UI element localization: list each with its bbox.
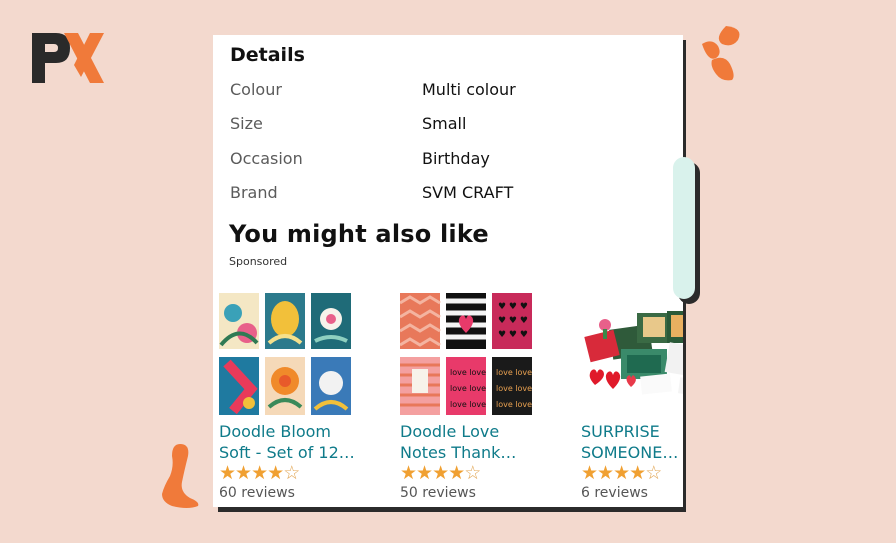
star-filled-icon: ★ [613, 462, 630, 484]
product-card-2[interactable]: ♥ ♥ ♥ ♥ ♥ ♥ ♥ ♥ ♥ love love love love love l… [394, 293, 564, 507]
detail-row-size: Size Small [230, 114, 650, 138]
recommendations-heading: You might also like [229, 220, 489, 248]
star-empty-icon: ☆ [283, 462, 300, 484]
star-filled-icon: ★ [448, 462, 465, 484]
detail-value: Multi colour [422, 80, 516, 99]
svg-text:♥ ♥ ♥: ♥ ♥ ♥ [498, 302, 528, 312]
star-filled-icon: ★ [235, 462, 252, 484]
product-card-3[interactable]: SURPRISE SOMEONE… ★★★★☆ 6 reviews [575, 293, 683, 507]
star-rating: ★★★★☆ [219, 462, 300, 484]
splash-decoration-icon [162, 444, 199, 508]
svg-text:love love: love love [496, 368, 532, 377]
detail-value: SVM CRAFT [422, 183, 514, 202]
star-filled-icon: ★ [251, 462, 268, 484]
product-image[interactable] [219, 293, 351, 415]
product-details-card: Details Colour Multi colour Size Small O… [213, 35, 683, 507]
star-filled-icon: ★ [219, 462, 236, 484]
detail-row-brand: Brand SVM CRAFT [230, 183, 650, 207]
svg-text:love love: love love [450, 384, 486, 393]
review-count-link[interactable]: 60 reviews [219, 485, 295, 501]
star-rating: ★★★★☆ [400, 462, 481, 484]
detail-key: Brand [230, 183, 278, 202]
product-title-link[interactable]: SURPRISE SOMEONE… [581, 421, 683, 463]
star-filled-icon: ★ [597, 462, 614, 484]
star-rating: ★★★★☆ [581, 462, 662, 484]
product-title-link[interactable]: Doodle Bloom Soft - Set of 12… [219, 421, 379, 463]
product-title-line[interactable]: Doodle Love [400, 421, 560, 442]
star-filled-icon: ★ [629, 462, 646, 484]
detail-key: Occasion [230, 149, 303, 168]
star-filled-icon: ★ [416, 462, 433, 484]
scrollbar-thumb[interactable] [673, 157, 695, 299]
detail-row-colour: Colour Multi colour [230, 80, 650, 104]
svg-text:love love: love love [450, 400, 486, 409]
detail-key: Size [230, 114, 263, 133]
svg-text:love love: love love [496, 384, 532, 393]
detail-value: Small [422, 114, 467, 133]
product-title-line[interactable]: Doodle Bloom [219, 421, 379, 442]
product-title-line[interactable]: SURPRISE [581, 421, 683, 442]
splash-decoration-icon [702, 26, 740, 81]
svg-text:love love: love love [450, 368, 486, 377]
details-heading: Details [230, 44, 305, 66]
star-filled-icon: ★ [400, 462, 417, 484]
review-count-link[interactable]: 6 reviews [581, 485, 648, 501]
star-filled-icon: ★ [432, 462, 449, 484]
svg-text:♥ ♥ ♥: ♥ ♥ ♥ [498, 316, 528, 326]
star-filled-icon: ★ [267, 462, 284, 484]
review-count-link[interactable]: 50 reviews [400, 485, 476, 501]
px-logo-icon [32, 33, 104, 83]
sponsored-label: Sponsored [229, 255, 288, 268]
svg-text:love love: love love [496, 400, 532, 409]
star-empty-icon: ☆ [464, 462, 481, 484]
star-filled-icon: ★ [581, 462, 598, 484]
detail-key: Colour [230, 80, 282, 99]
product-card-1[interactable]: Doodle Bloom Soft - Set of 12… ★★★★☆ 60 … [213, 293, 383, 507]
svg-text:♥ ♥ ♥: ♥ ♥ ♥ [498, 330, 528, 340]
detail-value: Birthday [422, 149, 490, 168]
detail-row-occasion: Occasion Birthday [230, 149, 650, 173]
product-image[interactable] [581, 293, 683, 415]
product-title-line[interactable]: SOMEONE… [581, 442, 683, 463]
star-empty-icon: ☆ [645, 462, 662, 484]
product-title-link[interactable]: Doodle Love Notes Thank… [400, 421, 560, 463]
product-image[interactable]: ♥ ♥ ♥ ♥ ♥ ♥ ♥ ♥ ♥ love love love love love l… [400, 293, 532, 415]
product-title-line[interactable]: Notes Thank… [400, 442, 560, 463]
product-title-line[interactable]: Soft - Set of 12… [219, 442, 379, 463]
